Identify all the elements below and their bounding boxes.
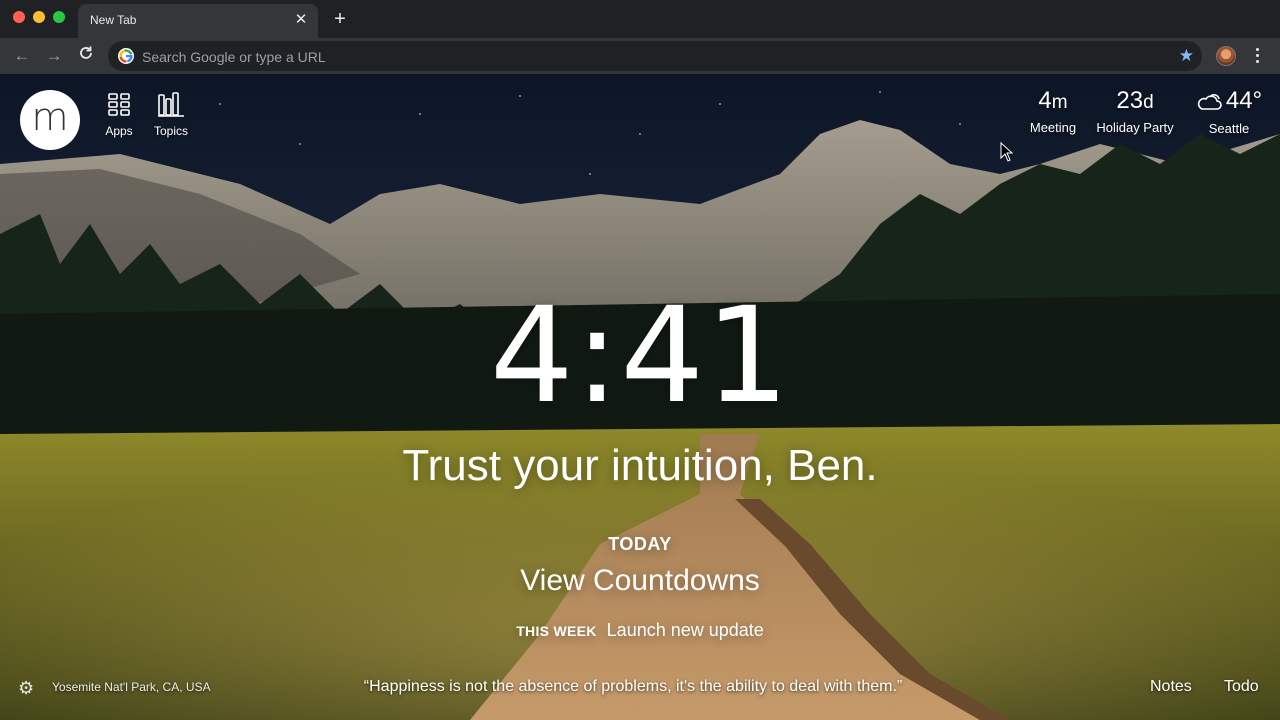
countdown-meeting[interactable]: 4m Meeting — [1022, 86, 1084, 135]
this-week-value: Launch new update — [606, 620, 764, 640]
maximize-window-button[interactable] — [53, 11, 65, 23]
topics-label: Topics — [153, 124, 188, 138]
quote[interactable]: “Happiness is not the absence of problem… — [0, 678, 1266, 696]
topics-bars-icon — [146, 90, 196, 118]
address-bar[interactable]: Search Google or type a URL ★ — [108, 41, 1202, 71]
address-bar-placeholder: Search Google or type a URL — [142, 49, 326, 65]
clock[interactable]: 4:41 — [0, 286, 1280, 426]
notes-button[interactable]: Notes — [1150, 678, 1192, 696]
countdown-meeting-label: Meeting — [1029, 120, 1077, 135]
new-tab-button[interactable]: + — [330, 9, 350, 29]
momentum-logo[interactable]: m — [20, 90, 80, 150]
countdown-meeting-unit: m — [1051, 92, 1068, 113]
weather-widget[interactable]: 44° Seattle — [1192, 86, 1266, 136]
topics-button[interactable]: Topics — [146, 90, 196, 138]
more-menu-icon[interactable] — [1250, 45, 1264, 67]
tab-title: New Tab — [90, 13, 137, 27]
apps-grid-icon — [94, 90, 144, 118]
apps-button[interactable]: Apps — [94, 90, 144, 138]
countdown-holiday-value: 23 — [1116, 87, 1144, 114]
minimize-window-button[interactable] — [33, 11, 45, 23]
this-week-label: THIS WEEK — [516, 623, 597, 639]
countdown-holiday-party[interactable]: 23d Holiday Party — [1092, 86, 1178, 135]
weather-location: Seattle — [1208, 121, 1250, 136]
greeting: Trust your intuition, Ben. — [402, 441, 878, 490]
weather-temperature: 44° — [1225, 87, 1263, 114]
countdown-holiday-unit: d — [1143, 92, 1154, 113]
apps-label: Apps — [105, 124, 133, 138]
profile-avatar[interactable] — [1216, 46, 1236, 66]
countdown-meeting-value: 4 — [1038, 87, 1052, 114]
google-icon — [118, 48, 134, 64]
back-arrow-icon[interactable]: ← — [11, 45, 33, 67]
close-window-button[interactable] — [13, 11, 25, 23]
browser-tab[interactable]: New Tab ✕ — [78, 4, 318, 38]
todo-button[interactable]: Todo — [1224, 678, 1259, 696]
today-label: TODAY — [608, 534, 672, 554]
reload-icon[interactable] — [75, 45, 97, 67]
tab-close-icon[interactable]: ✕ — [293, 12, 309, 28]
browser-titlebar: New Tab ✕ + — [0, 0, 1280, 38]
countdown-holiday-label: Holiday Party — [1096, 120, 1174, 135]
mouse-cursor-icon — [1000, 142, 1014, 162]
forward-arrow-icon[interactable]: → — [43, 45, 65, 67]
this-week-goal[interactable]: THIS WEEK Launch new update — [0, 620, 1280, 641]
bookmark-star-icon[interactable]: ★ — [1179, 46, 1194, 66]
cloud-icon — [1196, 89, 1222, 119]
today-focus-link[interactable]: View Countdowns — [0, 562, 1280, 600]
browser-toolbar: ← → Search Google or type a URL ★ — [0, 38, 1280, 74]
momentum-page: m Apps Topics 4m Meeting 23d Holiday Par… — [0, 74, 1280, 720]
